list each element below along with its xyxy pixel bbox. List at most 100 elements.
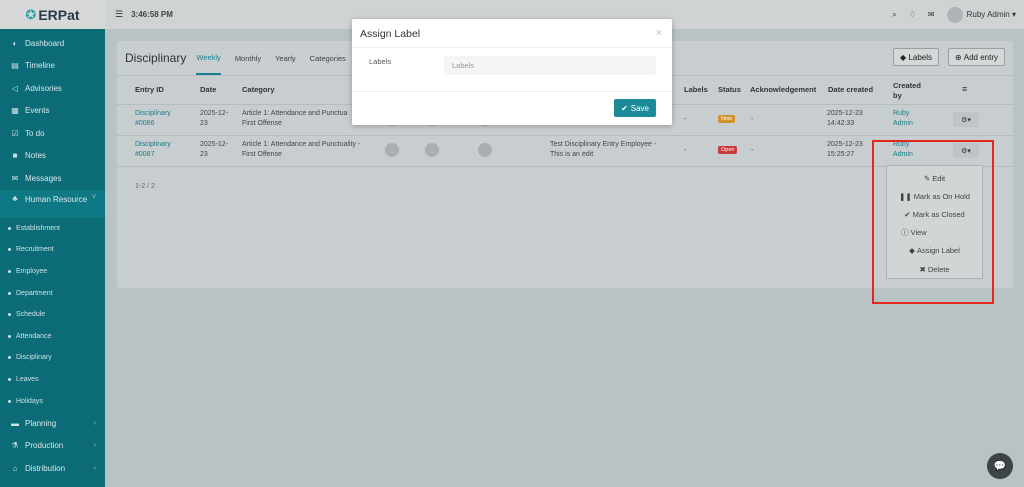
user-menu[interactable]: Ruby Admin ▾: [946, 6, 1016, 23]
sidebar-item-events[interactable]: ▦ Events: [0, 100, 105, 123]
briefcase-icon: ▬: [11, 418, 19, 428]
sidebar-subitem-attendance[interactable]: Attendance: [0, 325, 105, 347]
logo-text: ERPat: [38, 6, 80, 23]
col-labels[interactable]: Labels: [684, 85, 708, 94]
sidebar-item-notes[interactable]: ■ Notes: [0, 145, 105, 168]
mail-icon[interactable]: ✉: [928, 10, 935, 19]
people-icon: ♣: [12, 193, 18, 203]
col-category[interactable]: Category: [242, 85, 275, 94]
tab-yearly[interactable]: Yearly: [275, 41, 296, 75]
entry-ack: -: [751, 147, 754, 154]
employee-avatar: [385, 143, 399, 157]
dashboard-icon: ◐: [12, 38, 18, 48]
col-acknowledgement[interactable]: Acknowledgement: [750, 85, 816, 94]
sidebar-item-production[interactable]: ⚗ Production ›: [0, 434, 105, 457]
add-entry-button[interactable]: ⊕ Add entry: [947, 48, 1005, 66]
flask-icon: ⚗: [11, 441, 19, 451]
entry-id-link[interactable]: Disciplinary #0087: [135, 140, 171, 160]
chevron-right-icon: ›: [93, 464, 96, 472]
entry-id-link[interactable]: Disciplinary #0086: [135, 109, 171, 129]
sidebar-subitem-establishment[interactable]: Establishment: [0, 218, 105, 240]
entry-category: Article 1: Attendance and Punctuality -F…: [242, 141, 361, 158]
sidebar-subitem-leaves[interactable]: Leaves: [0, 369, 105, 391]
bank-icon: ⌂: [12, 463, 18, 473]
labels-field-label: Labels: [369, 57, 392, 66]
timeline-icon: ▤: [11, 61, 19, 71]
divider: [352, 91, 672, 92]
status-badge: Open: [718, 146, 738, 154]
sidebar-subitem-recruitment[interactable]: Recruitment: [0, 239, 105, 261]
close-icon[interactable]: ×: [656, 27, 662, 39]
sidebar-item-dashboard[interactable]: ◐ Dashboard: [0, 32, 105, 55]
sidebar-item-planning[interactable]: ▬ Planning ›: [0, 412, 105, 435]
entry-date-created: 2025-12-23 15:25:27: [827, 141, 863, 158]
row-actions-button[interactable]: ⚙▾: [953, 112, 979, 127]
sidebar: ✪ ERPat ◐ Dashboard ▤ Timeline ◁ Advisories…: [0, 0, 105, 487]
bell-icon[interactable]: ♢: [909, 10, 916, 19]
topbar-right: ⌕ ♢ ✉ Ruby Admin ▾: [892, 0, 1016, 29]
sidebar-item-distribution[interactable]: ⌂ Distribution ›: [0, 457, 105, 480]
entry-description: Test Disciplinary Entry Employee - This i…: [550, 141, 657, 158]
tag-icon: ◆: [900, 52, 909, 62]
modal-title: Assign Label: [360, 28, 421, 40]
gears-icon: ⚙▾: [961, 116, 971, 124]
col-created-by[interactable]: Created by: [893, 81, 923, 101]
check-circle-icon: ✔: [621, 103, 628, 113]
search-icon[interactable]: ⌕: [892, 10, 896, 20]
entry-date: 2025-12- 23: [200, 110, 229, 127]
entry-labels: -: [684, 147, 687, 154]
column-menu-icon[interactable]: ≡: [962, 84, 967, 94]
entry-category: Article 1: Attendance and Punctua First O…: [242, 110, 348, 127]
witness-avatar: [478, 143, 492, 157]
sidebar-subitem-department[interactable]: Department: [0, 282, 105, 304]
sidebar-item-messages[interactable]: ✉ Messages: [0, 167, 105, 190]
clock-time: 3:46:58 PM: [131, 10, 173, 19]
envelope-icon: ✉: [11, 173, 19, 183]
plus-circle-icon: ⊕: [954, 52, 964, 62]
avatar: [946, 6, 963, 23]
sidebar-subitem-employee[interactable]: Employee: [0, 261, 105, 283]
menu-toggle-icon[interactable]: ☰: [115, 9, 123, 20]
logo-icon: ✪: [25, 6, 37, 22]
caret-down-icon: ▾: [1011, 9, 1016, 19]
entry-labels: -: [684, 116, 687, 123]
sidebar-nav: ◐ Dashboard ▤ Timeline ◁ Advisories ▦ Events…: [0, 29, 105, 479]
chevron-right-icon: ›: [93, 442, 96, 450]
entry-date: 2025-12- 23: [200, 141, 229, 158]
status-badge: New: [718, 115, 736, 123]
chevron-right-icon: ›: [93, 419, 96, 427]
highlight-box: [872, 140, 994, 304]
col-status[interactable]: Status: [718, 85, 741, 94]
note-icon: ■: [12, 151, 18, 161]
assign-label-modal: Assign Label × Labels Labels ✔ Save: [352, 19, 672, 125]
tab-categories[interactable]: Categories: [310, 41, 346, 75]
sidebar-item-human-resource[interactable]: ♣ Human Resource ˅: [0, 189, 105, 218]
checkbox-icon: ☑: [11, 128, 19, 138]
labels-input[interactable]: Labels: [444, 56, 656, 75]
pagination-info: 1-2 / 2: [135, 183, 155, 190]
sidebar-subitem-schedule[interactable]: Schedule: [0, 304, 105, 326]
col-entry-id[interactable]: Entry ID: [135, 85, 164, 94]
sidebar-item-todo[interactable]: ☑ To do: [0, 122, 105, 145]
labels-button[interactable]: ◆ Labels: [893, 48, 939, 66]
col-date-created[interactable]: Date created: [828, 85, 873, 94]
divider: [352, 47, 672, 48]
entry-date-created: 2025-12-23 14:42:33: [827, 110, 863, 127]
sidebar-item-timeline[interactable]: ▤ Timeline: [0, 55, 105, 78]
sidebar-subitem-holidays[interactable]: Holidays: [0, 390, 105, 412]
save-button[interactable]: ✔ Save: [614, 99, 656, 117]
app-logo[interactable]: ✪ ERPat: [0, 0, 105, 29]
chat-icon: 💬: [993, 460, 1007, 472]
bullhorn-icon: ◁: [11, 83, 19, 93]
entry-ack: -: [751, 116, 754, 123]
chat-bubble-button[interactable]: 💬: [987, 453, 1013, 479]
calendar-icon: ▦: [11, 106, 19, 116]
page-title: Disciplinary: [125, 51, 187, 65]
tab-weekly[interactable]: Weekly: [196, 41, 221, 75]
tab-monthly[interactable]: Monthly: [235, 41, 261, 75]
created-by-link[interactable]: Ruby Admin: [893, 109, 913, 129]
col-date[interactable]: Date: [200, 85, 216, 94]
supervisor-avatar: [425, 143, 439, 157]
sidebar-item-advisories[interactable]: ◁ Advisories: [0, 77, 105, 100]
sidebar-subitem-disciplinary[interactable]: Disciplinary: [0, 347, 105, 369]
